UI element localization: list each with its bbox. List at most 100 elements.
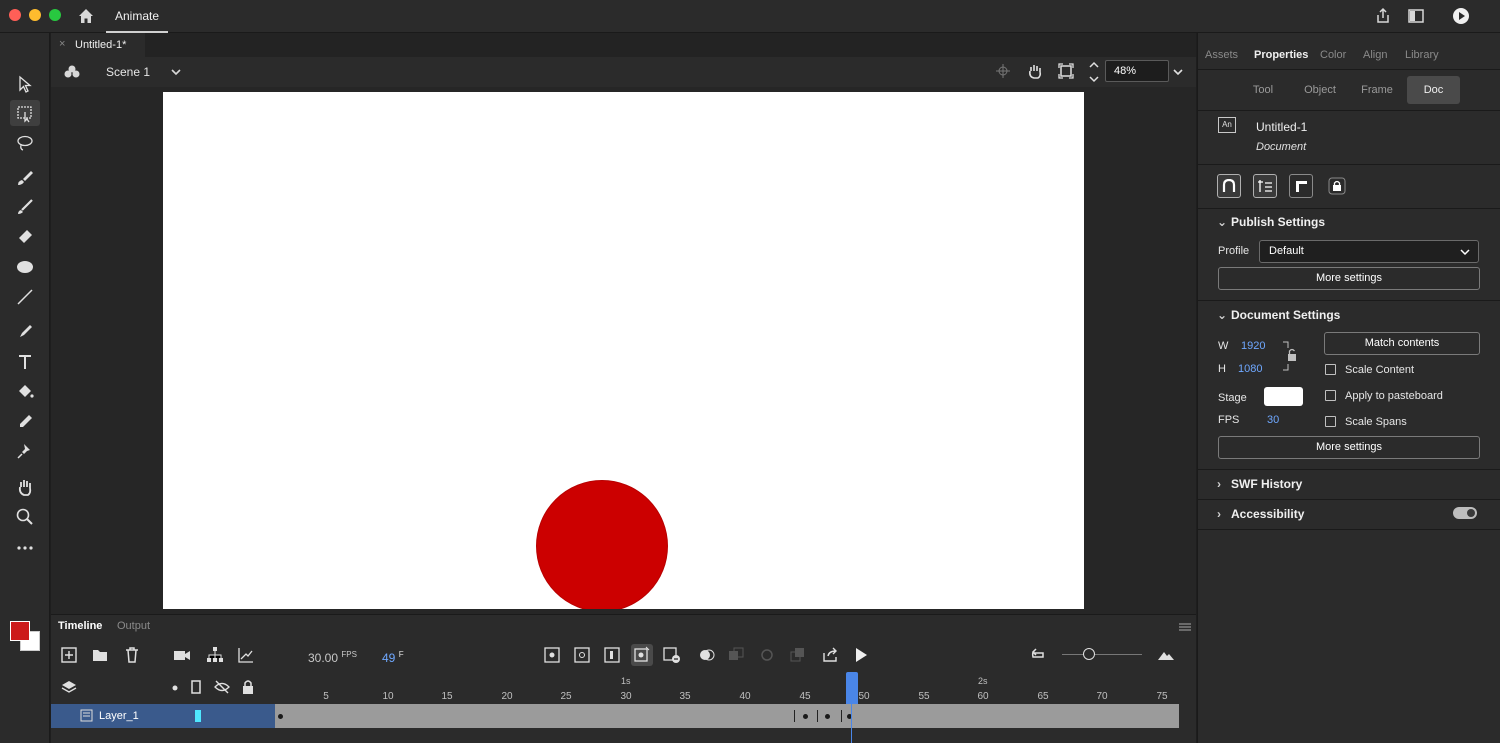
tab-output[interactable]: Output bbox=[117, 620, 150, 632]
frame-size-slider[interactable] bbox=[1062, 654, 1142, 655]
text-tool[interactable] bbox=[10, 349, 40, 375]
export-icon[interactable] bbox=[822, 646, 840, 664]
red-circle-shape[interactable] bbox=[536, 480, 668, 609]
layer-color-marker[interactable] bbox=[195, 710, 201, 722]
layer-row[interactable]: Layer_1 bbox=[51, 704, 275, 728]
keyframe[interactable] bbox=[803, 714, 808, 719]
filter-icon[interactable] bbox=[788, 646, 806, 664]
stage-canvas[interactable] bbox=[163, 92, 1084, 609]
center-stage-icon[interactable] bbox=[996, 64, 1010, 78]
tab-color[interactable]: Color bbox=[1320, 49, 1346, 61]
document-more-settings-button[interactable]: More settings bbox=[1218, 436, 1480, 459]
subtab-frame[interactable]: Frame bbox=[1351, 76, 1403, 104]
width-value[interactable]: 1920 bbox=[1241, 340, 1265, 352]
loop-icon[interactable] bbox=[758, 646, 776, 664]
trash-icon[interactable] bbox=[123, 646, 141, 664]
keyframe-icon[interactable] bbox=[543, 646, 561, 664]
layer-name[interactable]: Layer_1 bbox=[99, 710, 139, 722]
highlight-layer-icon[interactable] bbox=[171, 684, 179, 692]
current-frame[interactable]: 49 F bbox=[382, 650, 404, 665]
minimize-window-button[interactable] bbox=[29, 9, 41, 21]
app-tab-animate[interactable]: Animate bbox=[106, 0, 168, 33]
swf-history-header[interactable]: › SWF History bbox=[1217, 477, 1302, 491]
lock-guides-button[interactable] bbox=[1325, 174, 1349, 198]
zoom-window-button[interactable] bbox=[49, 9, 61, 21]
zoom-tool[interactable] bbox=[10, 504, 40, 530]
play-icon[interactable] bbox=[852, 646, 870, 664]
line-tool[interactable] bbox=[10, 284, 40, 310]
snap-to-objects-button[interactable] bbox=[1217, 174, 1241, 198]
scale-content-checkbox[interactable] bbox=[1325, 364, 1336, 375]
fps-value[interactable]: 30 bbox=[1267, 414, 1279, 426]
chevron-down-icon[interactable] bbox=[170, 66, 182, 78]
tab-align[interactable]: Align bbox=[1363, 49, 1387, 61]
eyedropper-tool[interactable] bbox=[10, 409, 40, 435]
more-tools-button[interactable] bbox=[10, 535, 40, 561]
clip-canvas-icon[interactable] bbox=[1058, 63, 1074, 79]
keyframe[interactable] bbox=[278, 714, 283, 719]
stage-color-swatch[interactable] bbox=[1264, 387, 1303, 406]
hand-tool[interactable] bbox=[10, 474, 40, 500]
insert-blank-keyframe-icon[interactable] bbox=[663, 646, 681, 664]
apply-pasteboard-checkbox[interactable] bbox=[1325, 390, 1336, 401]
blank-keyframe-icon[interactable] bbox=[573, 646, 591, 664]
new-layer-icon[interactable] bbox=[60, 646, 78, 664]
mountains-icon[interactable] bbox=[1157, 646, 1175, 664]
auto-keyframe-icon[interactable] bbox=[631, 644, 653, 666]
outline-icon[interactable] bbox=[191, 680, 201, 694]
brush-tool[interactable] bbox=[10, 194, 40, 220]
snap-to-guides-button[interactable] bbox=[1289, 174, 1313, 198]
publish-more-settings-button[interactable]: More settings bbox=[1218, 267, 1480, 290]
eye-hidden-icon[interactable] bbox=[214, 679, 230, 695]
link-dimensions-icon[interactable] bbox=[1282, 340, 1298, 372]
subtab-doc[interactable]: Doc bbox=[1407, 76, 1460, 104]
home-icon[interactable] bbox=[76, 6, 96, 26]
tab-library[interactable]: Library bbox=[1405, 49, 1439, 61]
rotation-icon[interactable] bbox=[1026, 62, 1044, 80]
test-movie-icon[interactable] bbox=[1452, 7, 1470, 25]
zoom-dropdown-icon[interactable] bbox=[1172, 66, 1184, 78]
lock-layers-icon[interactable] bbox=[241, 679, 255, 695]
keyframe[interactable] bbox=[825, 714, 830, 719]
document-tab[interactable]: × Untitled-1* bbox=[51, 33, 145, 57]
graph-icon[interactable] bbox=[237, 646, 255, 664]
profile-select[interactable]: Default bbox=[1259, 240, 1479, 263]
timeline-fps[interactable]: 30.00 FPS bbox=[308, 650, 357, 665]
snap-to-pixels-button[interactable] bbox=[1253, 174, 1277, 198]
match-contents-button[interactable]: Match contents bbox=[1324, 332, 1480, 355]
undo-icon[interactable] bbox=[1029, 646, 1047, 664]
tab-assets[interactable]: Assets bbox=[1205, 49, 1238, 61]
eraser-tool[interactable] bbox=[10, 224, 40, 250]
frame-icon[interactable] bbox=[603, 646, 621, 664]
zoom-input[interactable]: 48% bbox=[1105, 60, 1169, 82]
paint-bucket-tool[interactable] bbox=[10, 379, 40, 405]
accessibility-toggle[interactable] bbox=[1453, 507, 1477, 519]
pen-tool[interactable] bbox=[10, 319, 40, 345]
selection-tool[interactable] bbox=[10, 71, 40, 97]
layer-parenting-icon[interactable] bbox=[206, 646, 224, 664]
workspace-icon[interactable] bbox=[1407, 7, 1425, 25]
publish-settings-header[interactable]: ⌄ Publish Settings bbox=[1217, 215, 1325, 229]
pin-tool[interactable] bbox=[10, 438, 40, 464]
slider-thumb[interactable] bbox=[1083, 648, 1095, 660]
free-transform-tool[interactable] bbox=[10, 100, 40, 126]
playhead[interactable] bbox=[846, 672, 858, 704]
scene-name[interactable]: Scene 1 bbox=[106, 65, 150, 79]
camera-icon[interactable] bbox=[173, 646, 191, 664]
height-value[interactable]: 1080 bbox=[1238, 363, 1262, 375]
onion-skin-icon[interactable] bbox=[698, 646, 716, 664]
paint-brush-tool[interactable] bbox=[10, 165, 40, 191]
layers-icon[interactable] bbox=[61, 679, 77, 695]
new-folder-icon[interactable] bbox=[91, 646, 109, 664]
scale-spans-checkbox[interactable] bbox=[1325, 416, 1336, 427]
edit-multiple-frames-icon[interactable] bbox=[727, 646, 745, 664]
tab-properties[interactable]: Properties bbox=[1254, 49, 1308, 61]
zoom-stepper-icon[interactable] bbox=[1087, 59, 1101, 85]
tab-timeline[interactable]: Timeline bbox=[58, 620, 102, 632]
lasso-tool[interactable] bbox=[10, 130, 40, 156]
subtab-object[interactable]: Object bbox=[1294, 76, 1346, 104]
frames-row[interactable] bbox=[275, 704, 1179, 728]
document-settings-header[interactable]: ⌄ Document Settings bbox=[1217, 308, 1340, 322]
oval-tool[interactable] bbox=[10, 254, 40, 280]
stroke-color-swatch[interactable] bbox=[10, 621, 30, 641]
